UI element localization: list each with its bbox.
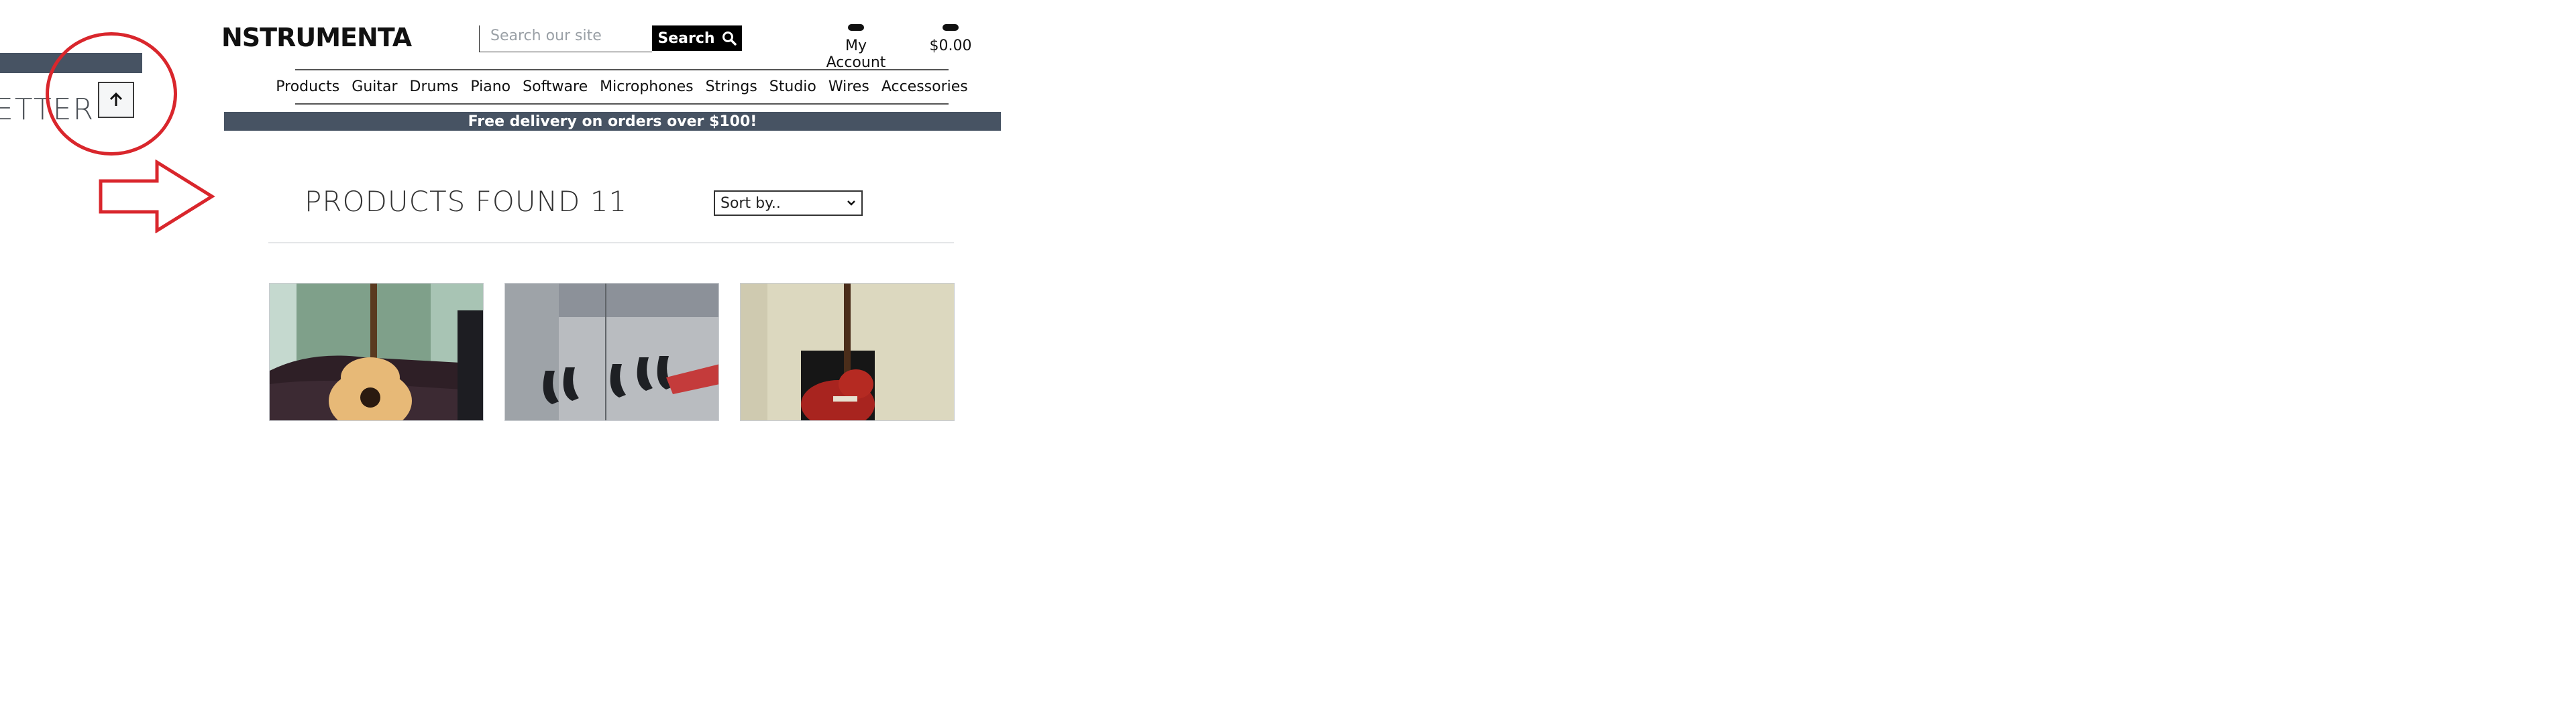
nav-item-guitar[interactable]: Guitar <box>352 78 397 95</box>
page: ETTER NSTRUMENTA Search our site Search … <box>0 0 2576 724</box>
cart-icon <box>943 24 959 31</box>
nav-item-products[interactable]: Products <box>276 78 339 95</box>
product-card[interactable] <box>504 283 719 421</box>
nav-item-microphones[interactable]: Microphones <box>600 78 694 95</box>
my-account-label: My Account <box>826 38 886 71</box>
sort-select[interactable]: Sort by.. <box>714 190 863 216</box>
annotation-arrow <box>99 160 215 233</box>
site-logo[interactable]: NSTRUMENTA <box>221 23 412 52</box>
cart-total: $0.00 <box>929 38 972 54</box>
nav-item-drums[interactable]: Drums <box>410 78 459 95</box>
guitar-wall-hangers-photo <box>505 284 718 420</box>
sort-selected-value: Sort by.. <box>720 194 781 212</box>
nav-item-strings[interactable]: Strings <box>706 78 757 95</box>
search-icon <box>722 32 737 46</box>
section-divider <box>268 242 954 243</box>
annotation-circle <box>46 32 177 156</box>
product-card[interactable] <box>269 283 484 421</box>
nav-item-software[interactable]: Software <box>523 78 588 95</box>
my-account-link[interactable]: My Account <box>814 24 898 71</box>
search-button-label: Search <box>657 29 715 47</box>
products-found-heading: PRODUCTS FOUND 11 <box>305 185 628 218</box>
promo-banner: Free delivery on orders over $100! <box>224 112 1001 131</box>
product-card[interactable] <box>740 283 955 421</box>
search-button[interactable]: Search <box>652 25 742 51</box>
nav-item-wires[interactable]: Wires <box>828 78 869 95</box>
search-input[interactable]: Search our site <box>479 25 652 52</box>
cart-link[interactable]: $0.00 <box>926 24 975 54</box>
chevron-down-icon <box>847 200 855 206</box>
nav-item-studio[interactable]: Studio <box>769 78 816 95</box>
account-icon <box>848 24 864 31</box>
nav-item-accessories[interactable]: Accessories <box>881 78 968 95</box>
red-electric-guitar-photo <box>741 284 954 420</box>
nav-item-piano[interactable]: Piano <box>470 78 511 95</box>
main-nav: Products Guitar Drums Piano Software Mic… <box>276 69 968 105</box>
acoustic-guitar-photo <box>270 284 483 420</box>
